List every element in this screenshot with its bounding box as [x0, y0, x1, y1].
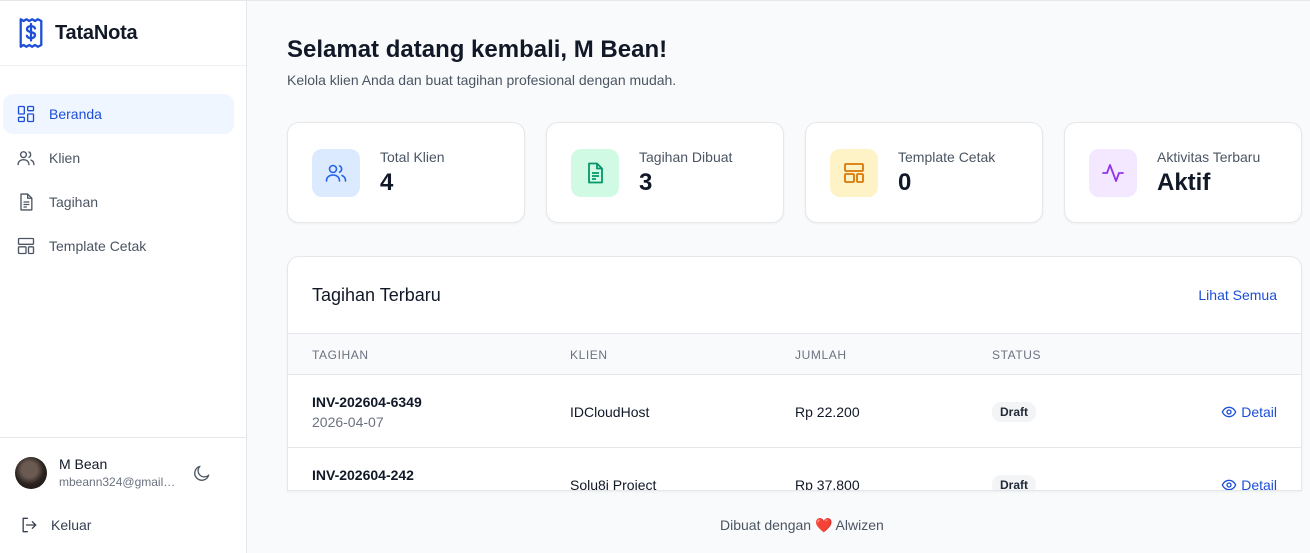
logout-button[interactable]: Keluar	[0, 489, 246, 535]
stat-icon-box	[312, 148, 360, 197]
sidebar-item-label: Beranda	[49, 106, 102, 122]
stat-card-tagihan-dibuat: Tagihan Dibuat 3	[546, 122, 784, 223]
sidebar-footer: M Bean mbeann324@gmail.com Keluar	[0, 437, 246, 553]
footer-author: Alwizen	[835, 517, 884, 533]
invoice-date: 2026-03-10	[312, 487, 384, 490]
stat-label: Tagihan Dibuat	[639, 148, 733, 165]
activity-icon	[1102, 163, 1124, 182]
avatar[interactable]	[15, 456, 47, 489]
column-header-status: STATUS	[992, 348, 1042, 362]
eye-icon	[1221, 406, 1237, 418]
sidebar-item-beranda[interactable]: Beranda	[3, 94, 234, 134]
detail-label: Detail	[1241, 404, 1277, 420]
detail-link[interactable]: Detail	[1221, 404, 1277, 420]
panel-header: Tagihan Terbaru Lihat Semua	[288, 257, 1301, 334]
sidebar-nav: Beranda Klien Tagihan Template Cetak	[0, 66, 246, 266]
invoice-amount: Rp 22.200	[795, 404, 860, 420]
document-icon	[20, 193, 33, 211]
dashboard-grid-icon	[17, 105, 35, 123]
layout-template-icon	[844, 162, 864, 183]
stat-value: Aktif	[1157, 168, 1211, 196]
invoice-client: IDCloudHost	[570, 404, 650, 420]
stat-icon-box	[830, 148, 878, 197]
stats-row: Total Klien 4 Tagihan Dibuat 3 Template …	[287, 122, 1302, 223]
eye-icon	[1221, 479, 1237, 490]
page-subtitle: Kelola klien Anda dan buat tagihan profe…	[287, 72, 677, 88]
layout-template-icon	[17, 237, 35, 255]
sidebar-item-template-cetak[interactable]: Template Cetak	[3, 226, 234, 266]
logout-label: Keluar	[51, 517, 92, 533]
user-profile: M Bean mbeann324@gmail.com	[0, 438, 246, 489]
footer-prefix: Dibuat dengan	[720, 517, 812, 533]
main-content: Selamat datang kembali, M Bean! Kelola k…	[247, 0, 1310, 553]
page-title: Selamat datang kembali, M Bean!	[287, 36, 668, 63]
document-icon	[588, 162, 603, 183]
sidebar-item-label: Tagihan	[49, 194, 99, 210]
users-icon	[325, 164, 347, 182]
stat-card-total-klien: Total Klien 4	[287, 122, 525, 223]
heart-icon: ❤️	[814, 517, 833, 533]
user-info: M Bean mbeann324@gmail.com	[59, 456, 177, 489]
logout-icon	[22, 517, 37, 533]
status-badge: Draft	[992, 475, 1037, 490]
stat-value: 3	[639, 168, 653, 196]
invoice-number: INV-202604-6349	[312, 394, 422, 410]
receipt-dollar-icon	[19, 18, 43, 48]
invoice-amount: Rp 37.800	[795, 477, 860, 491]
sidebar-item-klien[interactable]: Klien	[3, 138, 234, 178]
stat-icon-box	[571, 148, 619, 197]
detail-link[interactable]: Detail	[1221, 477, 1277, 491]
invoice-date: 2026-04-07	[312, 414, 384, 430]
stat-value: 4	[380, 168, 394, 196]
stat-icon-box	[1089, 148, 1137, 197]
sidebar: TataNota Beranda Klien Tagihan Template …	[0, 0, 247, 553]
user-email: mbeann324@gmail.com	[59, 475, 177, 489]
invoice-client: Solu8i Project	[570, 477, 657, 491]
stat-label: Aktivitas Terbaru	[1157, 148, 1261, 165]
stat-card-aktivitas-terbaru: Aktivitas Terbaru Aktif	[1064, 122, 1302, 223]
detail-label: Detail	[1241, 477, 1277, 491]
table-row: INV-202604-242 2026-03-10 Solu8i Project…	[288, 448, 1301, 491]
table-row: INV-202604-6349 2026-04-07 IDCloudHost R…	[288, 375, 1301, 448]
sidebar-item-tagihan[interactable]: Tagihan	[3, 182, 234, 222]
column-header-jumlah: JUMLAH	[795, 348, 847, 362]
user-name: M Bean	[59, 456, 108, 472]
moon-icon[interactable]	[192, 463, 212, 483]
invoice-number: INV-202604-242	[312, 467, 414, 483]
see-all-link[interactable]: Lihat Semua	[1198, 287, 1277, 303]
column-header-klien: KLIEN	[570, 348, 608, 362]
brand-name: TataNota	[55, 21, 138, 44]
column-header-tagihan: TAGIHAN	[312, 348, 369, 362]
stat-value: 0	[898, 168, 912, 196]
sidebar-item-label: Template Cetak	[49, 238, 147, 254]
recent-invoices-panel: Tagihan Terbaru Lihat Semua TAGIHAN KLIE…	[287, 256, 1302, 491]
users-icon	[17, 151, 35, 166]
brand[interactable]: TataNota	[0, 1, 246, 66]
stat-card-template-cetak: Template Cetak 0	[805, 122, 1043, 223]
table-header: TAGIHAN KLIEN JUMLAH STATUS	[288, 334, 1301, 375]
sidebar-item-label: Klien	[49, 150, 81, 166]
panel-title: Tagihan Terbaru	[312, 284, 441, 305]
stat-label: Template Cetak	[898, 148, 996, 165]
stat-label: Total Klien	[380, 148, 445, 165]
status-badge: Draft	[992, 402, 1037, 422]
